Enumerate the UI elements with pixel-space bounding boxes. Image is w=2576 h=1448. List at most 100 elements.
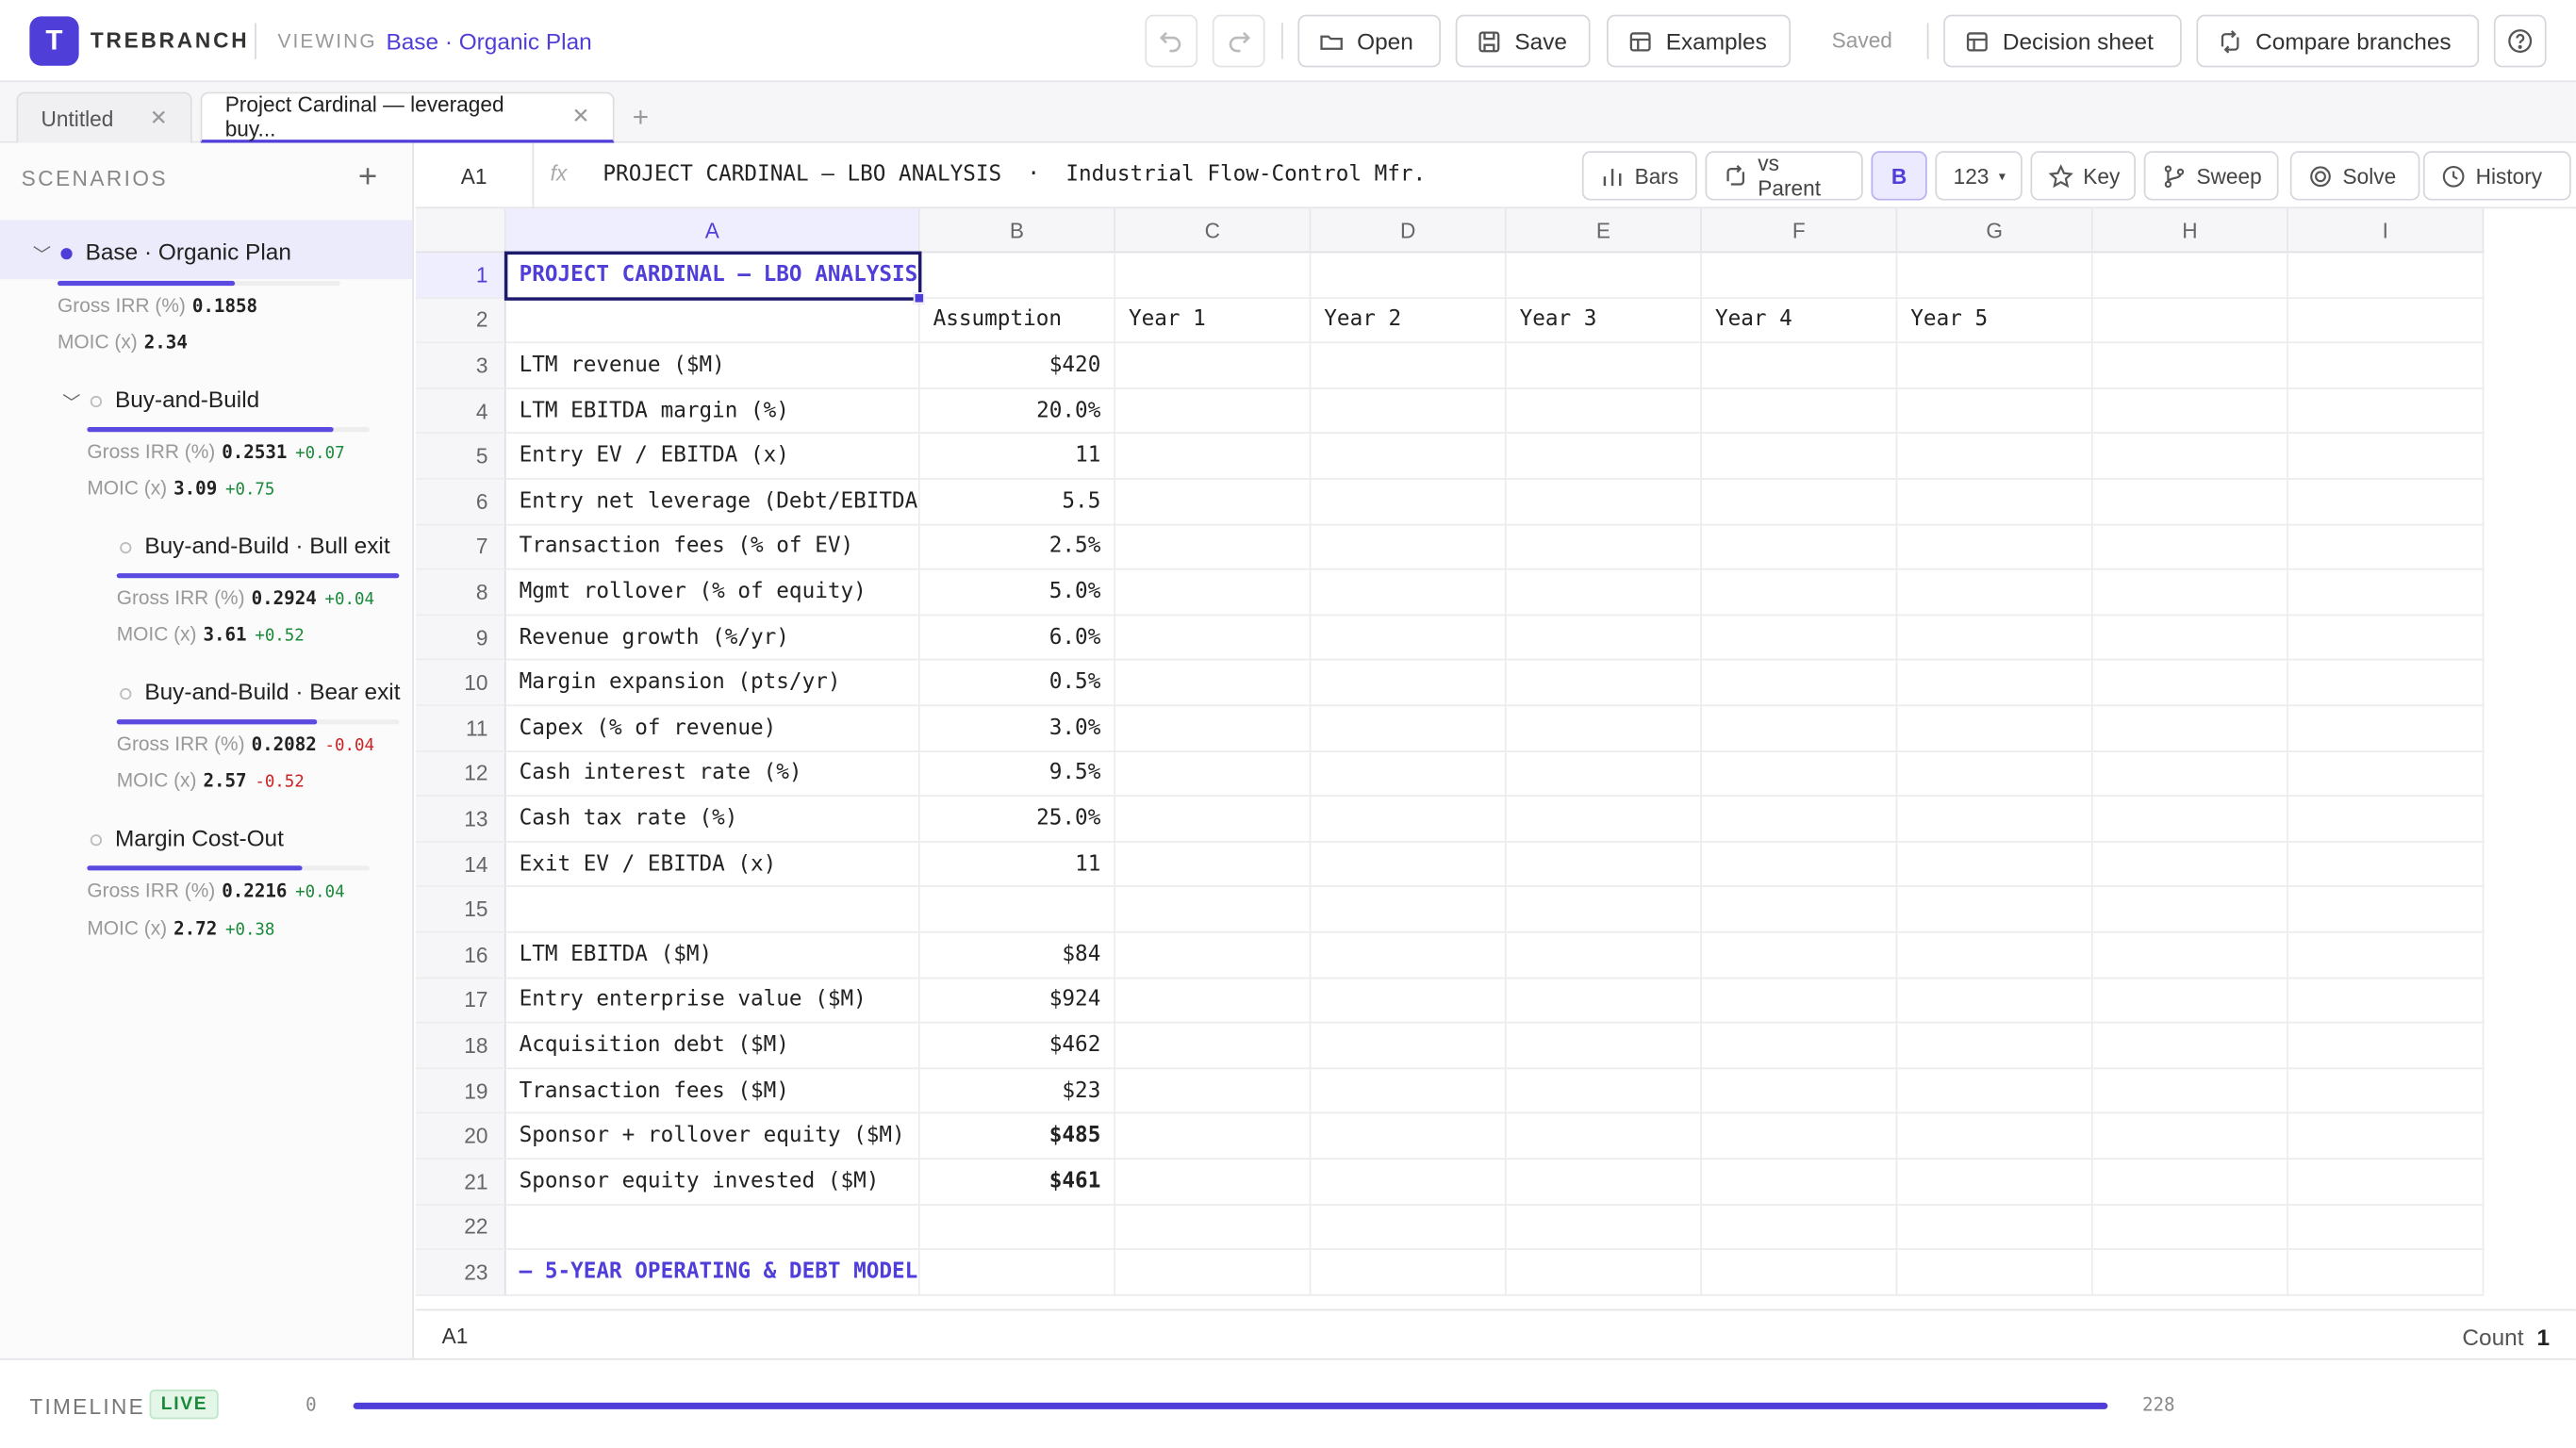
cell-f1[interactable] <box>1702 253 1898 299</box>
row-header[interactable]: 21 <box>415 1160 506 1206</box>
cell-a7[interactable]: Transaction fees (% of EV) <box>505 524 920 570</box>
cell-e17[interactable] <box>1506 978 1703 1024</box>
cell-f16[interactable] <box>1702 932 1898 979</box>
cell-f21[interactable] <box>1702 1160 1898 1206</box>
cell-h22[interactable] <box>2092 1205 2289 1251</box>
cell-c21[interactable] <box>1115 1160 1312 1206</box>
add-scenario-button[interactable]: + <box>358 159 377 197</box>
tab-untitled[interactable]: Untitled ✕ <box>16 91 192 143</box>
row-header[interactable]: 19 <box>415 1068 506 1114</box>
cell-b7[interactable]: 2.5% <box>919 524 1116 570</box>
cell-d5[interactable] <box>1311 434 1507 480</box>
row-header[interactable]: 23 <box>415 1250 506 1296</box>
cell-f13[interactable] <box>1702 797 1898 843</box>
cell-f19[interactable] <box>1702 1068 1898 1114</box>
cell-d11[interactable] <box>1311 706 1507 752</box>
cell-c22[interactable] <box>1115 1205 1312 1251</box>
cell-f7[interactable] <box>1702 524 1898 570</box>
cell-a19[interactable]: Transaction fees ($M) <box>505 1068 920 1114</box>
cell-c11[interactable] <box>1115 706 1312 752</box>
save-button[interactable]: Save <box>1455 14 1591 68</box>
cell-h3[interactable] <box>2092 343 2289 389</box>
cell-h17[interactable] <box>2092 978 2289 1024</box>
cell-i10[interactable] <box>2288 661 2485 707</box>
cell-d4[interactable] <box>1311 388 1507 435</box>
row-header[interactable]: 7 <box>415 524 506 570</box>
cell-h19[interactable] <box>2092 1068 2289 1114</box>
cell-c12[interactable] <box>1115 751 1312 798</box>
row-header[interactable]: 10 <box>415 661 506 707</box>
cell-g18[interactable] <box>1897 1023 2093 1069</box>
cell-d10[interactable] <box>1311 661 1507 707</box>
cell-f11[interactable] <box>1702 706 1898 752</box>
cell-g21[interactable] <box>1897 1160 2093 1206</box>
cell-h12[interactable] <box>2092 751 2289 798</box>
compare-branches-button[interactable]: Compare branches <box>2196 14 2480 68</box>
cell-h15[interactable] <box>2092 887 2289 933</box>
cell-b16[interactable]: $84 <box>919 932 1116 979</box>
open-button[interactable]: Open <box>1297 14 1441 68</box>
cell-h23[interactable] <box>2092 1250 2289 1296</box>
cell-i3[interactable] <box>2288 343 2485 389</box>
cell-i11[interactable] <box>2288 706 2485 752</box>
column-header-i[interactable]: I <box>2288 208 2485 254</box>
bars-button[interactable]: Bars <box>1581 151 1697 201</box>
cell-c4[interactable] <box>1115 388 1312 435</box>
cell-e11[interactable] <box>1506 706 1703 752</box>
cell-b12[interactable]: 9.5% <box>919 751 1116 798</box>
cell-f12[interactable] <box>1702 751 1898 798</box>
cell-d1[interactable] <box>1311 253 1507 299</box>
help-button[interactable] <box>2493 14 2547 68</box>
cell-b3[interactable]: $420 <box>919 343 1116 389</box>
cell-e4[interactable] <box>1506 388 1703 435</box>
cell-d19[interactable] <box>1311 1068 1507 1114</box>
cell-a16[interactable]: LTM EBITDA ($M) <box>505 932 920 979</box>
live-badge[interactable]: LIVE <box>149 1389 220 1420</box>
cell-i6[interactable] <box>2288 479 2485 525</box>
scenario-bear-exit[interactable]: Buy-and-Build · Bear exit <box>120 679 400 704</box>
cell-i17[interactable] <box>2288 978 2485 1024</box>
cell-d21[interactable] <box>1311 1160 1507 1206</box>
cell-f14[interactable] <box>1702 842 1898 888</box>
cell-g17[interactable] <box>1897 978 2093 1024</box>
cell-c18[interactable] <box>1115 1023 1312 1069</box>
cell-g7[interactable] <box>1897 524 2093 570</box>
cell-h7[interactable] <box>2092 524 2289 570</box>
cell-b1[interactable] <box>919 253 1116 299</box>
cell-b15[interactable] <box>919 887 1116 933</box>
cell-d22[interactable] <box>1311 1205 1507 1251</box>
row-header[interactable]: 12 <box>415 751 506 798</box>
cell-h1[interactable] <box>2092 253 2289 299</box>
cell-reference[interactable]: A1 <box>416 142 535 209</box>
scenario-bull-exit[interactable]: Buy-and-Build · Bull exit <box>120 533 390 558</box>
cell-d3[interactable] <box>1311 343 1507 389</box>
cell-g10[interactable] <box>1897 661 2093 707</box>
cell-i7[interactable] <box>2288 524 2485 570</box>
cell-a5[interactable]: Entry EV / EBITDA (x) <box>505 434 920 480</box>
cell-e18[interactable] <box>1506 1023 1703 1069</box>
cell-e9[interactable] <box>1506 616 1703 662</box>
bold-button[interactable]: B <box>1871 151 1927 201</box>
cell-g9[interactable] <box>1897 616 2093 662</box>
cell-c2[interactable]: Year 1 <box>1115 298 1312 344</box>
history-button[interactable]: History <box>2422 151 2571 201</box>
cell-g11[interactable] <box>1897 706 2093 752</box>
cell-h4[interactable] <box>2092 388 2289 435</box>
cell-g3[interactable] <box>1897 343 2093 389</box>
row-header[interactable]: 22 <box>415 1205 506 1251</box>
cell-d14[interactable] <box>1311 842 1507 888</box>
cell-e6[interactable] <box>1506 479 1703 525</box>
cell-h9[interactable] <box>2092 616 2289 662</box>
tab-project-cardinal[interactable]: Project Cardinal — leveraged buy... ✕ <box>200 91 615 143</box>
cell-d12[interactable] <box>1311 751 1507 798</box>
spreadsheet-grid[interactable]: A B C D E F G H I 1 PROJECT CARDINAL — LBO ANALYSI… <box>415 208 2576 1308</box>
cell-c16[interactable] <box>1115 932 1312 979</box>
cell-i2[interactable] <box>2288 298 2485 344</box>
cell-a9[interactable]: Revenue growth (%/yr) <box>505 616 920 662</box>
cell-a23[interactable]: — 5-YEAR OPERATING & DEBT MODEL <box>505 1250 920 1296</box>
cell-b6[interactable]: 5.5 <box>919 479 1116 525</box>
cell-d18[interactable] <box>1311 1023 1507 1069</box>
cell-c17[interactable] <box>1115 978 1312 1024</box>
cell-d15[interactable] <box>1311 887 1507 933</box>
cell-c9[interactable] <box>1115 616 1312 662</box>
